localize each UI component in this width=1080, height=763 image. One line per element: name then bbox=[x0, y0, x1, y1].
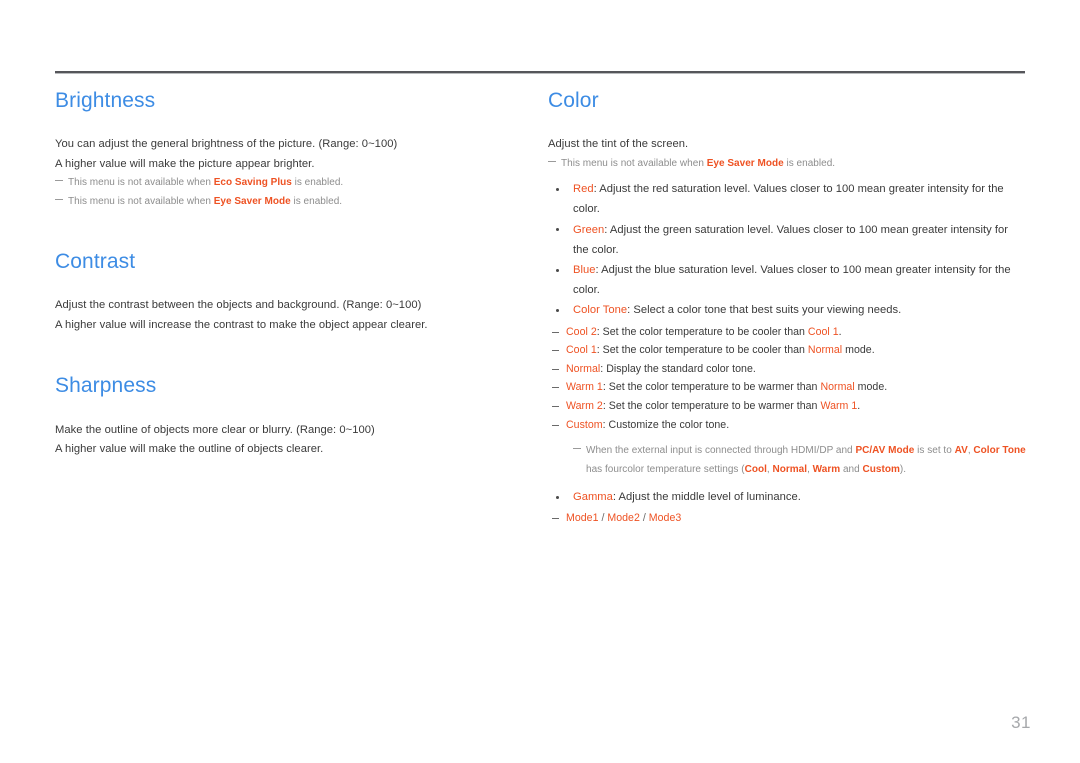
section-color: Color Adjust the tint of the screen. Thi… bbox=[548, 88, 1026, 528]
list-item-warm-1: Warm 1: Set the color temperature to be … bbox=[548, 378, 1026, 397]
note-text-pre: This menu is not available when bbox=[561, 157, 707, 169]
color-options-list: Red: Adjust the red saturation level. Va… bbox=[548, 179, 1026, 320]
note-text-8: and bbox=[840, 463, 863, 475]
gamma-label: Gamma bbox=[573, 491, 613, 504]
pc-av-mode-highlight: PC/AV Mode bbox=[855, 445, 915, 457]
section-sharpness: Sharpness Make the outline of objects mo… bbox=[55, 373, 515, 459]
red-description: : Adjust the red saturation level. Value… bbox=[573, 183, 1004, 216]
section-brightness: Brightness You can adjust the general br… bbox=[55, 88, 515, 211]
warm-2-label: Warm 2 bbox=[566, 399, 603, 412]
section-contrast: Contrast Adjust the contrast between the… bbox=[55, 249, 515, 335]
green-label: Green bbox=[573, 223, 605, 236]
normal-text-pre: : Display the standard color tone. bbox=[600, 362, 756, 375]
warm-1-ref: Normal bbox=[820, 381, 855, 394]
color-tone-highlight: Color Tone bbox=[973, 445, 1026, 457]
blue-label: Blue bbox=[573, 264, 596, 276]
note-highlight: Eye Saver Mode bbox=[213, 195, 291, 207]
list-item-cool-2: Cool 2: Set the color temperature to be … bbox=[548, 323, 1026, 342]
sharpness-paragraph-1: Make the outline of objects more clear o… bbox=[55, 423, 375, 436]
note-text-pre: This menu is not available when bbox=[68, 177, 214, 189]
gamma-mode-3: Mode3 bbox=[648, 512, 682, 525]
cool-2-text-post: . bbox=[838, 325, 842, 338]
normal-highlight: Normal bbox=[772, 463, 808, 475]
warm-highlight: Warm bbox=[812, 463, 841, 475]
brightness-note-2: This menu is not available when Eye Save… bbox=[55, 193, 515, 212]
note-text-1: When the external input is connected thr… bbox=[586, 445, 856, 457]
custom-label: Custom bbox=[566, 418, 603, 431]
note-text-post: is enabled. bbox=[783, 157, 836, 169]
list-item-custom: Custom: Customize the color tone. bbox=[548, 416, 1026, 435]
warm-1-label: Warm 1 bbox=[566, 381, 603, 394]
gamma-list: Gamma: Adjust the middle level of lumina… bbox=[548, 487, 1026, 507]
warm-1-text-post: mode. bbox=[854, 381, 888, 394]
color-tone-options-list: Cool 2: Set the color temperature to be … bbox=[548, 323, 1026, 435]
document-page: Brightness You can adjust the general br… bbox=[0, 0, 1080, 763]
list-item-cool-1: Cool 1: Set the color temperature to be … bbox=[548, 341, 1026, 360]
sharpness-paragraph-2: A higher value will make the outline of … bbox=[55, 443, 324, 456]
cool-1-text-pre: : Set the color temperature to be cooler… bbox=[596, 344, 808, 357]
external-input-note: When the external input is connected thr… bbox=[573, 442, 1026, 479]
list-item-red: Red: Adjust the red saturation level. Va… bbox=[548, 179, 1026, 219]
normal-label: Normal bbox=[566, 362, 601, 375]
left-column: Brightness You can adjust the general br… bbox=[55, 88, 515, 460]
custom-text-pre: : Customize the color tone. bbox=[602, 418, 730, 431]
list-item-gamma-modes: Mode1 / Mode2 / Mode3 bbox=[548, 509, 1026, 528]
list-item-green: Green: Adjust the green saturation level… bbox=[548, 220, 1026, 260]
note-text-9: ). bbox=[899, 463, 907, 475]
cool-2-text-pre: : Set the color temperature to be cooler… bbox=[596, 325, 808, 338]
warm-2-text-post: . bbox=[857, 399, 861, 412]
warm-1-text-pre: : Set the color temperature to be warmer… bbox=[602, 381, 821, 394]
page-title-contrast: Contrast bbox=[55, 250, 136, 274]
page-title-color: Color bbox=[548, 89, 599, 112]
note-text-post: is enabled. bbox=[291, 177, 344, 189]
cool-1-text-post: mode. bbox=[842, 344, 875, 357]
red-label: Red bbox=[573, 183, 594, 196]
cool-1-ref: Normal bbox=[807, 344, 843, 357]
color-intro-paragraph: Adjust the tint of the screen. bbox=[548, 138, 689, 151]
custom-highlight: Custom bbox=[862, 463, 900, 475]
note-text-4: has four bbox=[586, 463, 623, 475]
gamma-mode-separator-2: / bbox=[639, 512, 649, 525]
list-item-warm-2: Warm 2: Set the color temperature to be … bbox=[548, 397, 1026, 416]
page-number: 31 bbox=[1011, 713, 1031, 732]
brightness-paragraph-1: You can adjust the general brightness of… bbox=[55, 138, 398, 151]
note-text-2: is set to bbox=[914, 445, 955, 457]
av-highlight: AV bbox=[954, 445, 968, 457]
gamma-mode-2: Mode2 bbox=[607, 512, 640, 525]
header-rule bbox=[55, 71, 1025, 74]
color-tone-label: Color Tone bbox=[573, 304, 628, 317]
list-item-blue: Blue: Adjust the blue saturation level. … bbox=[548, 260, 1026, 300]
note-continuation-line: color temperature settings (Cool, Normal… bbox=[622, 464, 906, 475]
warm-2-ref: Warm 1 bbox=[820, 399, 858, 412]
warm-2-text-pre: : Set the color temperature to be warmer… bbox=[602, 399, 821, 412]
blue-description: : Adjust the blue saturation level. Valu… bbox=[573, 264, 1011, 297]
note-highlight: Eco Saving Plus bbox=[213, 177, 292, 189]
note-text-post: is enabled. bbox=[290, 195, 343, 207]
page-title-sharpness: Sharpness bbox=[55, 374, 157, 398]
list-item-color-tone: Color Tone: Select a color tone that bes… bbox=[548, 300, 1026, 320]
brightness-note-1: This menu is not available when Eco Savi… bbox=[55, 174, 515, 193]
color-tone-description: : Select a color tone that best suits yo… bbox=[627, 304, 902, 317]
note-text-5: color temperature settings ( bbox=[622, 463, 745, 475]
contrast-paragraph-2: A higher value will increase the contras… bbox=[55, 318, 428, 331]
cool-2-ref: Cool 1 bbox=[807, 325, 839, 338]
color-intro-note: This menu is not available when Eye Save… bbox=[548, 155, 1026, 174]
list-item-gamma: Gamma: Adjust the middle level of lumina… bbox=[548, 487, 1026, 507]
note-text-pre: This menu is not available when bbox=[68, 195, 214, 207]
green-description: : Adjust the green saturation level. Val… bbox=[573, 223, 1009, 256]
gamma-mode-1: Mode1 bbox=[566, 512, 599, 525]
brightness-paragraph-2: A higher value will make the picture app… bbox=[55, 157, 315, 170]
gamma-description: : Adjust the middle level of luminance. bbox=[612, 491, 801, 504]
cool-1-label: Cool 1 bbox=[566, 344, 597, 357]
contrast-paragraph-1: Adjust the contrast between the objects … bbox=[55, 299, 422, 312]
note-highlight: Eye Saver Mode bbox=[706, 157, 784, 169]
cool-2-label: Cool 2 bbox=[566, 325, 597, 338]
page-title-brightness: Brightness bbox=[55, 89, 156, 112]
list-item-normal: Normal: Display the standard color tone. bbox=[548, 360, 1026, 379]
cool-highlight: Cool bbox=[744, 463, 767, 475]
right-column: Color Adjust the tint of the screen. Thi… bbox=[548, 88, 1026, 528]
gamma-modes-list: Mode1 / Mode2 / Mode3 bbox=[548, 509, 1026, 528]
